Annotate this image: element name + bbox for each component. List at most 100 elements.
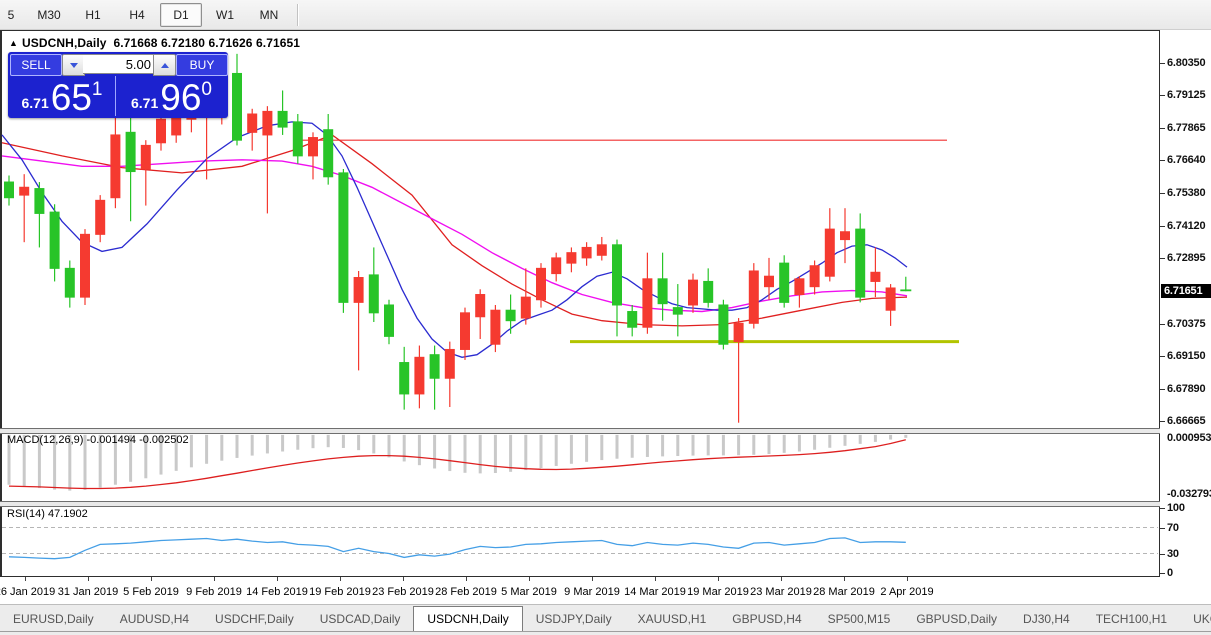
date-tick	[655, 577, 656, 581]
rsi-axis-label: 0	[1167, 567, 1173, 579]
date-tick	[907, 577, 908, 581]
chart-title: ▲ USDCNH,Daily 6.71668 6.72180 6.71626 6.…	[9, 36, 301, 50]
buy-price-prefix: 6.71	[131, 95, 159, 111]
date-label: 28 Mar 2019	[813, 586, 875, 598]
macd-axis-max: 0.000953	[1167, 432, 1211, 444]
price-axis-label: 6.70375	[1167, 318, 1206, 330]
date-tick	[88, 577, 89, 581]
rsi-axis-tick	[1160, 528, 1165, 529]
chevron-down-icon	[69, 62, 78, 68]
date-tick	[529, 577, 530, 581]
price-axis-tick	[1160, 193, 1165, 194]
quote-ohlc: 6.71668 6.72180 6.71626 6.71651	[113, 36, 301, 50]
date-label: 14 Feb 2019	[246, 586, 308, 598]
rsi-label: RSI(14) 47.1902	[7, 508, 88, 520]
tab-eurusd[interactable]: EURUSD,Daily	[0, 605, 107, 632]
tab-gbpusd[interactable]: GBPUSD,H4	[719, 605, 814, 632]
price-axis-tick	[1160, 226, 1165, 227]
chart-tab-bar: EURUSD,Daily AUDUSD,H4 USDCHF,Daily USDCAD,…	[0, 604, 1211, 632]
price-axis-label: 6.76640	[1167, 154, 1206, 166]
date-label: 14 Mar 2019	[624, 586, 686, 598]
date-tick	[214, 577, 215, 581]
rsi-axis-label: 70	[1167, 522, 1179, 534]
price-axis-tick	[1160, 160, 1165, 161]
date-tick	[718, 577, 719, 581]
rsi-axis-tick	[1160, 508, 1165, 509]
date-tick	[781, 577, 782, 581]
date-label: 5 Mar 2019	[501, 586, 557, 598]
date-label: 9 Mar 2019	[564, 586, 620, 598]
price-axis-label: 6.69150	[1167, 350, 1206, 362]
date-label: 31 Jan 2019	[57, 586, 119, 598]
rsi-axis-tick	[1160, 554, 1165, 555]
date-label: 28 Feb 2019	[435, 586, 497, 598]
date-tick	[340, 577, 341, 581]
date-label: 5 Feb 2019	[123, 586, 179, 598]
toolbar-separator	[297, 3, 299, 26]
sell-price-sup: 1	[91, 79, 103, 100]
volume-increase-button[interactable]	[153, 54, 176, 76]
toolbar-period-5[interactable]: 5	[1, 3, 26, 27]
price-axis-label: 6.79125	[1167, 89, 1206, 101]
date-label: 23 Feb 2019	[372, 586, 434, 598]
price-axis-label: 6.75380	[1167, 187, 1206, 199]
toolbar-period-h4[interactable]: H4	[116, 3, 158, 27]
tab-tech100[interactable]: TECH100,H1	[1083, 605, 1180, 632]
tab-usdchf[interactable]: USDCHF,Daily	[202, 605, 307, 632]
one-click-trading-widget[interactable]: SELL BUY 6.71 65 1 6.71 96 0	[8, 52, 228, 118]
macd-label: MACD(12,26,9) -0.001494 -0.002502	[7, 434, 189, 446]
toolbar-period-mn[interactable]: MN	[248, 3, 290, 27]
sell-price-big: 65	[50, 76, 92, 118]
buy-price-big: 96	[160, 76, 202, 118]
volume-decrease-button[interactable]	[62, 54, 85, 76]
price-axis-tick	[1160, 356, 1165, 357]
macd-axis-min: -0.032793	[1167, 488, 1211, 500]
sell-price-prefix: 6.71	[21, 95, 49, 111]
date-label: 23 Mar 2019	[750, 586, 812, 598]
price-axis-tick	[1160, 324, 1165, 325]
sell-button[interactable]: SELL	[10, 54, 62, 76]
price-axis-tick	[1160, 421, 1165, 422]
tab-dj30[interactable]: DJ30,H4	[1010, 605, 1083, 632]
price-axis-label: 6.67890	[1167, 383, 1206, 395]
price-axis-label: 6.74120	[1167, 220, 1206, 232]
buy-price-display[interactable]: 6.71 96 0	[118, 76, 225, 116]
tab-xauusd[interactable]: XAUUSD,H1	[625, 605, 720, 632]
status-bar	[0, 631, 1211, 635]
date-tick	[466, 577, 467, 581]
price-axis-label: 6.77865	[1167, 122, 1206, 134]
chart-frame	[1159, 30, 1160, 577]
tab-audusd[interactable]: AUDUSD,H4	[107, 605, 202, 632]
buy-price-sup: 0	[201, 79, 212, 100]
rsi-axis-label: 30	[1167, 548, 1179, 560]
rsi-axis-label: 100	[1167, 502, 1185, 514]
price-axis-tick	[1160, 63, 1165, 64]
chevron-up-icon	[160, 62, 169, 68]
tab-sp500[interactable]: SP500,M15	[815, 605, 904, 632]
rsi-axis-tick	[1160, 573, 1165, 574]
buy-button[interactable]: BUY	[176, 54, 228, 76]
tab-ukc[interactable]: UKC	[1180, 605, 1211, 632]
price-axis-label: 6.72895	[1167, 252, 1206, 264]
toolbar-period-d1[interactable]: D1	[160, 2, 202, 27]
tab-usdjpy[interactable]: USDJPY,Daily	[523, 605, 625, 632]
toolbar-period-h1[interactable]: H1	[72, 3, 114, 27]
tab-gbpusd[interactable]: GBPUSD,Daily	[903, 605, 1010, 632]
price-axis-tick	[1160, 128, 1165, 129]
date-tick	[151, 577, 152, 581]
price-axis-tick	[1160, 258, 1165, 259]
triangle-icon: ▲	[9, 38, 19, 48]
rsi-indicator-chart[interactable]	[2, 506, 1158, 575]
toolbar-period-m30[interactable]: M30	[28, 3, 70, 27]
chart-frame	[0, 576, 1160, 577]
toolbar-period-w1[interactable]: W1	[204, 3, 246, 27]
tab-usdcad[interactable]: USDCAD,Daily	[307, 605, 414, 632]
volume-input[interactable]	[83, 54, 155, 74]
sell-price-display[interactable]: 6.71 65 1	[9, 76, 116, 116]
tab-usdcnh[interactable]: USDCNH,Daily	[413, 606, 523, 632]
date-label: 19 Mar 2019	[687, 586, 749, 598]
date-label: 9 Feb 2019	[186, 586, 242, 598]
date-tick	[403, 577, 404, 581]
date-tick	[25, 577, 26, 581]
date-label: 26 Jan 2019	[0, 586, 56, 598]
